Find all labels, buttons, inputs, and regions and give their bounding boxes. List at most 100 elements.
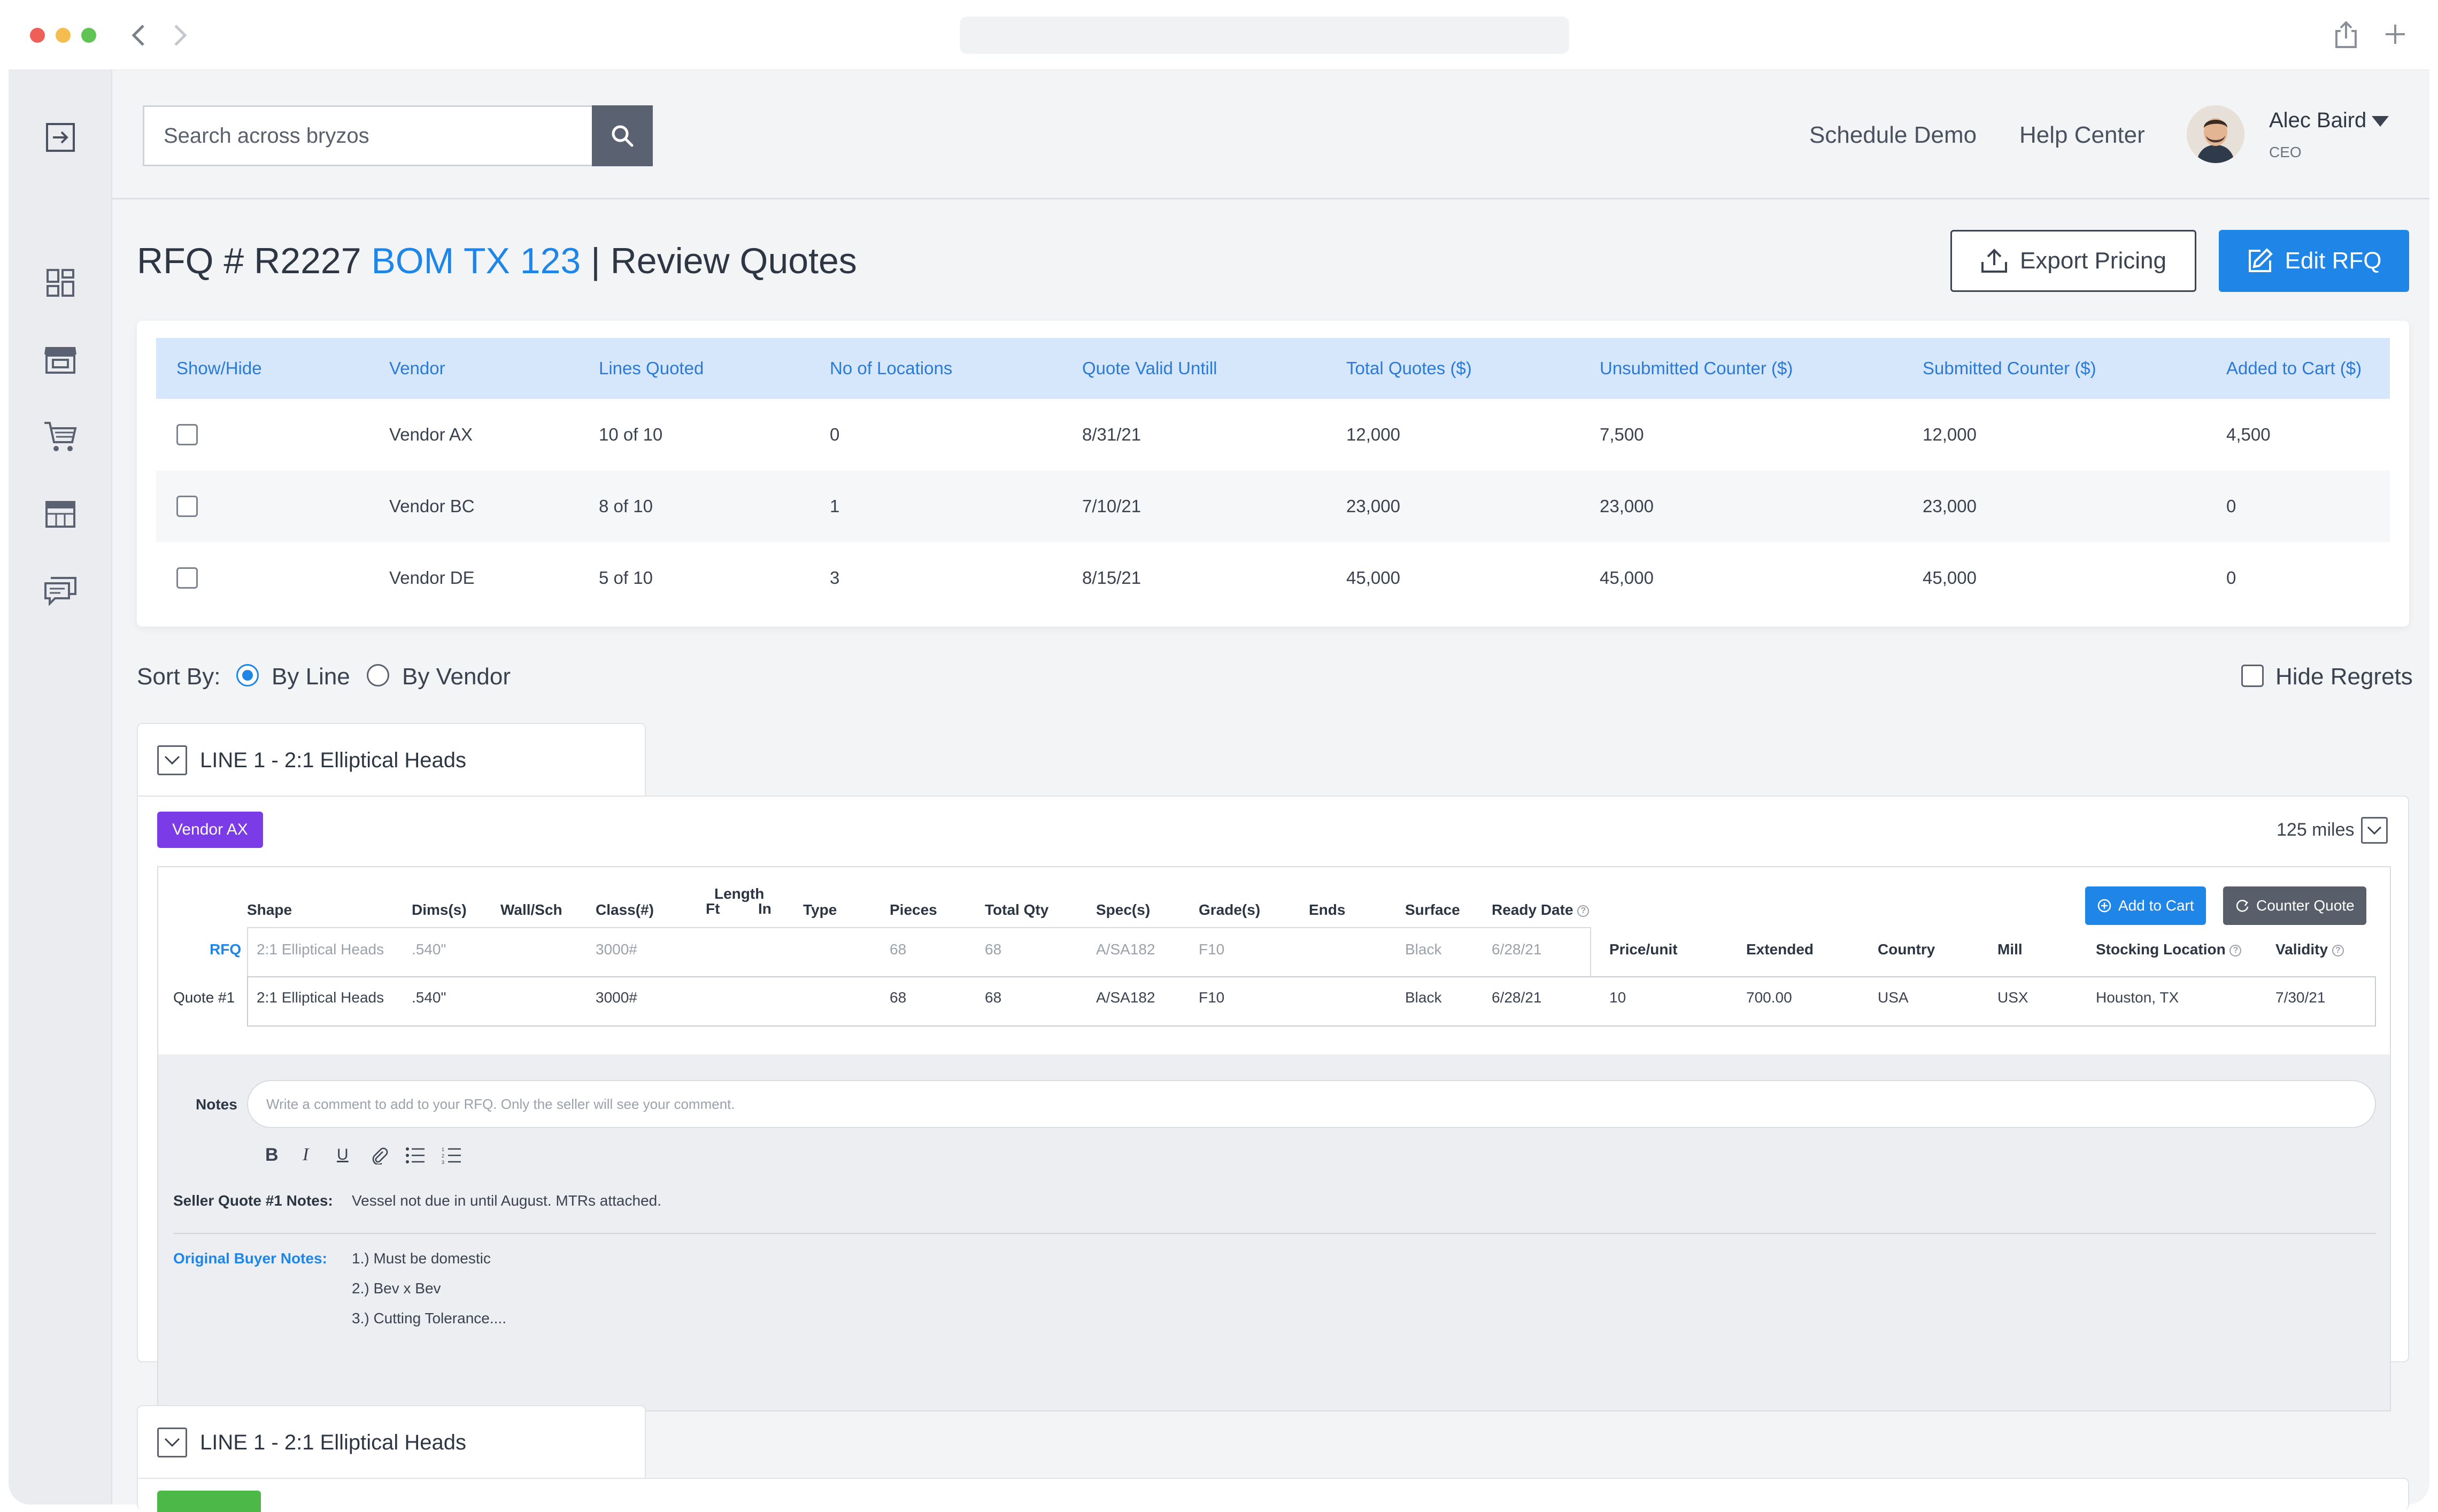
quote-stocking: Houston, TX bbox=[2096, 989, 2179, 1006]
counter-quote-button[interactable]: Counter Quote bbox=[2223, 886, 2366, 925]
line-tab[interactable]: LINE 1 - 2:1 Elliptical Heads bbox=[137, 723, 646, 798]
show-hide-checkbox[interactable] bbox=[176, 424, 198, 445]
show-hide-checkbox[interactable] bbox=[176, 567, 198, 589]
add-to-cart-label: Add to Cart bbox=[2118, 897, 2194, 914]
plus-circle-icon bbox=[2097, 899, 2111, 913]
hide-regrets-label[interactable]: Hide Regrets bbox=[2275, 662, 2413, 692]
back-arrow-icon[interactable] bbox=[130, 24, 146, 47]
table-row[interactable]: Vendor AX 10 of 10 0 8/31/21 12,000 7,50… bbox=[156, 399, 2390, 470]
messages-icon[interactable] bbox=[38, 572, 82, 610]
expand-sidebar-icon[interactable] bbox=[38, 118, 82, 157]
close-window-dot[interactable] bbox=[30, 28, 45, 43]
hdr-ready-date: Ready Date ? bbox=[1492, 901, 1590, 919]
dashboard-icon[interactable] bbox=[38, 264, 82, 302]
info-icon[interactable]: ? bbox=[1577, 905, 1590, 917]
svg-text:3: 3 bbox=[442, 1160, 444, 1164]
quote-grade: F10 bbox=[1199, 989, 1225, 1006]
hdr-length: Length bbox=[714, 885, 765, 902]
seller-notes-label: Seller Quote #1 Notes: bbox=[173, 1192, 333, 1209]
hdr-ft: Ft bbox=[706, 900, 720, 917]
search-input[interactable] bbox=[143, 105, 592, 166]
hdr-validity-label: Validity bbox=[2275, 941, 2328, 958]
rfq-dims: .540" bbox=[412, 941, 446, 958]
storefront-icon[interactable] bbox=[38, 341, 82, 379]
search-icon bbox=[612, 125, 634, 147]
vendor-badge[interactable] bbox=[157, 1491, 261, 1512]
cart-icon[interactable] bbox=[38, 418, 82, 456]
vendor-badge[interactable]: Vendor AX bbox=[157, 812, 263, 848]
warehouse-icon[interactable] bbox=[38, 495, 82, 533]
expand-vendor-button[interactable] bbox=[2361, 817, 2388, 844]
col-submitted: Submitted Counter ($) bbox=[1923, 358, 2096, 378]
notes-input[interactable] bbox=[247, 1080, 2376, 1128]
numbered-list-icon[interactable]: 123 bbox=[442, 1146, 462, 1164]
hdr-country: Country bbox=[1878, 941, 1935, 958]
sort-by-line-radio[interactable] bbox=[236, 664, 259, 686]
bom-link[interactable]: BOM TX 123 bbox=[371, 241, 581, 281]
collapse-line-button[interactable] bbox=[157, 745, 187, 775]
edit-rfq-button[interactable]: Edit RFQ bbox=[2219, 230, 2409, 292]
sort-by-vendor-label[interactable]: By Vendor bbox=[402, 662, 511, 692]
buyer-note: 2.) Bev x Bev bbox=[352, 1280, 441, 1297]
show-hide-checkbox[interactable] bbox=[176, 496, 198, 517]
info-icon[interactable]: ? bbox=[2229, 944, 2242, 956]
vendor-name: Vendor DE bbox=[389, 568, 475, 588]
refresh-icon bbox=[2236, 899, 2249, 912]
svg-text:2: 2 bbox=[442, 1153, 444, 1159]
quote-class: 3000# bbox=[596, 989, 637, 1006]
svg-text:1: 1 bbox=[442, 1147, 444, 1152]
minimize-window-dot[interactable] bbox=[56, 28, 71, 43]
info-icon[interactable]: ? bbox=[2332, 944, 2344, 956]
total-quotes: 23,000 bbox=[1346, 496, 1400, 516]
chevron-down-icon bbox=[164, 755, 180, 765]
new-tab-icon[interactable] bbox=[2385, 24, 2406, 45]
quote-valid: 8/31/21 bbox=[1082, 425, 1141, 444]
hdr-pieces: Pieces bbox=[890, 901, 937, 918]
schedule-demo-link[interactable]: Schedule Demo bbox=[1809, 119, 1977, 151]
rfq-number: RFQ # R2227 bbox=[137, 241, 361, 281]
url-bar[interactable] bbox=[960, 17, 1569, 54]
quote-total-qty: 68 bbox=[985, 989, 1002, 1006]
hdr-mill: Mill bbox=[1997, 941, 2023, 958]
rfq-surface: Black bbox=[1405, 941, 1442, 958]
quote-country: USA bbox=[1878, 989, 1909, 1006]
quote-row[interactable] bbox=[247, 976, 2376, 1027]
hdr-in: In bbox=[758, 900, 771, 917]
hdr-class: Class(#) bbox=[596, 901, 654, 918]
line-detail bbox=[137, 1478, 2409, 1512]
bold-button[interactable]: B bbox=[265, 1143, 279, 1167]
add-to-cart-button[interactable]: Add to Cart bbox=[2085, 886, 2206, 925]
maximize-window-dot[interactable] bbox=[81, 28, 96, 43]
upload-icon bbox=[1981, 249, 2008, 273]
user-role: CEO bbox=[2269, 144, 2302, 160]
hdr-ready-date-label: Ready Date bbox=[1492, 901, 1573, 918]
hdr-validity: Validity ? bbox=[2275, 941, 2344, 958]
help-center-link[interactable]: Help Center bbox=[2019, 119, 2145, 151]
search-button[interactable] bbox=[592, 105, 653, 166]
attachment-icon[interactable] bbox=[370, 1146, 388, 1164]
sort-by-vendor-radio[interactable] bbox=[367, 664, 389, 686]
export-pricing-button[interactable]: Export Pricing bbox=[1950, 230, 2196, 292]
hdr-shape: Shape bbox=[247, 901, 292, 918]
avatar[interactable] bbox=[2187, 105, 2244, 163]
chevron-down-icon[interactable] bbox=[2371, 115, 2390, 128]
user-name[interactable]: Alec Baird bbox=[2269, 109, 2366, 133]
hdr-stocking-label: Stocking Location bbox=[2096, 941, 2226, 958]
italic-button[interactable]: I bbox=[303, 1143, 308, 1167]
line-tab[interactable]: LINE 1 - 2:1 Elliptical Heads bbox=[137, 1405, 646, 1480]
sort-by-line-label[interactable]: By Line bbox=[272, 662, 350, 692]
buyer-notes-label[interactable]: Original Buyer Notes: bbox=[173, 1250, 327, 1267]
collapse-line-button[interactable] bbox=[157, 1428, 187, 1457]
col-show-hide: Show/Hide bbox=[176, 358, 262, 378]
lines-quoted: 8 of 10 bbox=[599, 496, 653, 516]
table-row[interactable]: Vendor DE 5 of 10 3 8/15/21 45,000 45,00… bbox=[156, 542, 2390, 614]
hide-regrets-checkbox[interactable] bbox=[2241, 665, 2264, 687]
locations: 0 bbox=[830, 425, 840, 444]
share-icon[interactable] bbox=[2334, 20, 2358, 49]
forward-arrow-icon[interactable] bbox=[172, 24, 188, 47]
bullet-list-icon[interactable] bbox=[405, 1146, 426, 1164]
vendor-summary-table: Show/Hide Vendor Lines Quoted No of Loca… bbox=[137, 321, 2409, 627]
underline-button[interactable]: U bbox=[337, 1143, 349, 1167]
title-suffix: | Review Quotes bbox=[591, 241, 857, 281]
table-row[interactable]: Vendor BC 8 of 10 1 7/10/21 23,000 23,00… bbox=[156, 470, 2390, 542]
